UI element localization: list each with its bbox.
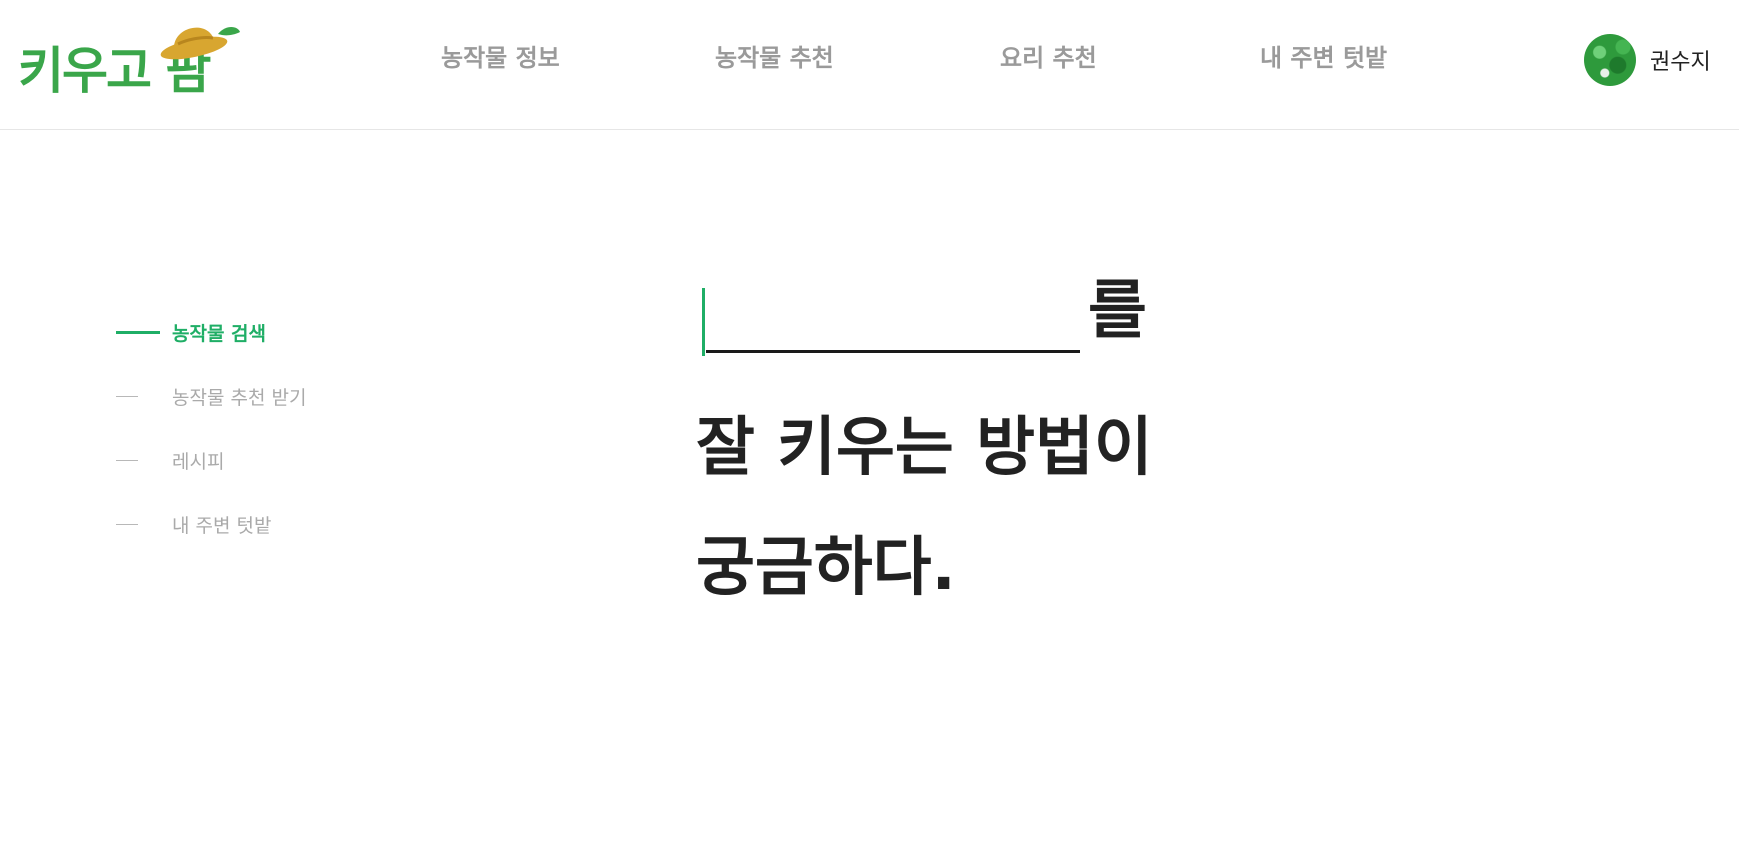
side-item-crop-search[interactable]: 농작물 검색 bbox=[116, 316, 416, 348]
hero-line-1: 잘 키우는 방법이 bbox=[696, 411, 1153, 485]
side-item-label: 레시피 bbox=[172, 450, 225, 473]
header: 키우고 팜 농작물 정보 농작물 추천 요리 추천 내 주변 텃밭 권수지 bbox=[0, 0, 1739, 130]
avatar[interactable] bbox=[1584, 34, 1636, 86]
nav-crop-recommend[interactable]: 농작물 추천 bbox=[715, 40, 834, 76]
item-indicator bbox=[116, 523, 138, 525]
crop-search-input[interactable] bbox=[706, 280, 1080, 353]
search-particle: 를 bbox=[1088, 274, 1147, 348]
hero: 를 잘 키우는 방법이 궁금하다. bbox=[696, 270, 1156, 600]
hero-line-2: 궁금하다. bbox=[696, 531, 956, 605]
side-item-label: 농작물 검색 bbox=[172, 322, 267, 345]
side-item-label: 농작물 추천 받기 bbox=[172, 386, 307, 409]
side-item-label: 내 주변 텃밭 bbox=[172, 514, 272, 537]
side-item-recipe[interactable]: 레시피 bbox=[116, 444, 416, 476]
side-item-crop-recommend[interactable]: 농작물 추천 받기 bbox=[116, 380, 416, 412]
nav-nearby-garden[interactable]: 내 주변 텃밭 bbox=[1260, 40, 1387, 76]
nav-crop-info[interactable]: 농작물 정보 bbox=[441, 40, 560, 76]
text-caret bbox=[702, 288, 705, 356]
item-indicator bbox=[116, 459, 138, 461]
active-indicator bbox=[116, 330, 160, 334]
side-item-nearby-garden[interactable]: 내 주변 텃밭 bbox=[116, 508, 416, 540]
item-indicator bbox=[116, 395, 138, 397]
search-row: 를 bbox=[696, 270, 1156, 374]
user-profile[interactable]: 권수지 bbox=[1584, 34, 1711, 86]
main-nav: 농작물 정보 농작물 추천 요리 추천 내 주변 텃밭 bbox=[0, 40, 1739, 80]
user-name: 권수지 bbox=[1650, 50, 1711, 75]
side-nav: 농작물 검색 농작물 추천 받기 레시피 내 주변 텃밭 bbox=[116, 316, 416, 572]
nav-recipe-recommend[interactable]: 요리 추천 bbox=[1000, 40, 1097, 76]
